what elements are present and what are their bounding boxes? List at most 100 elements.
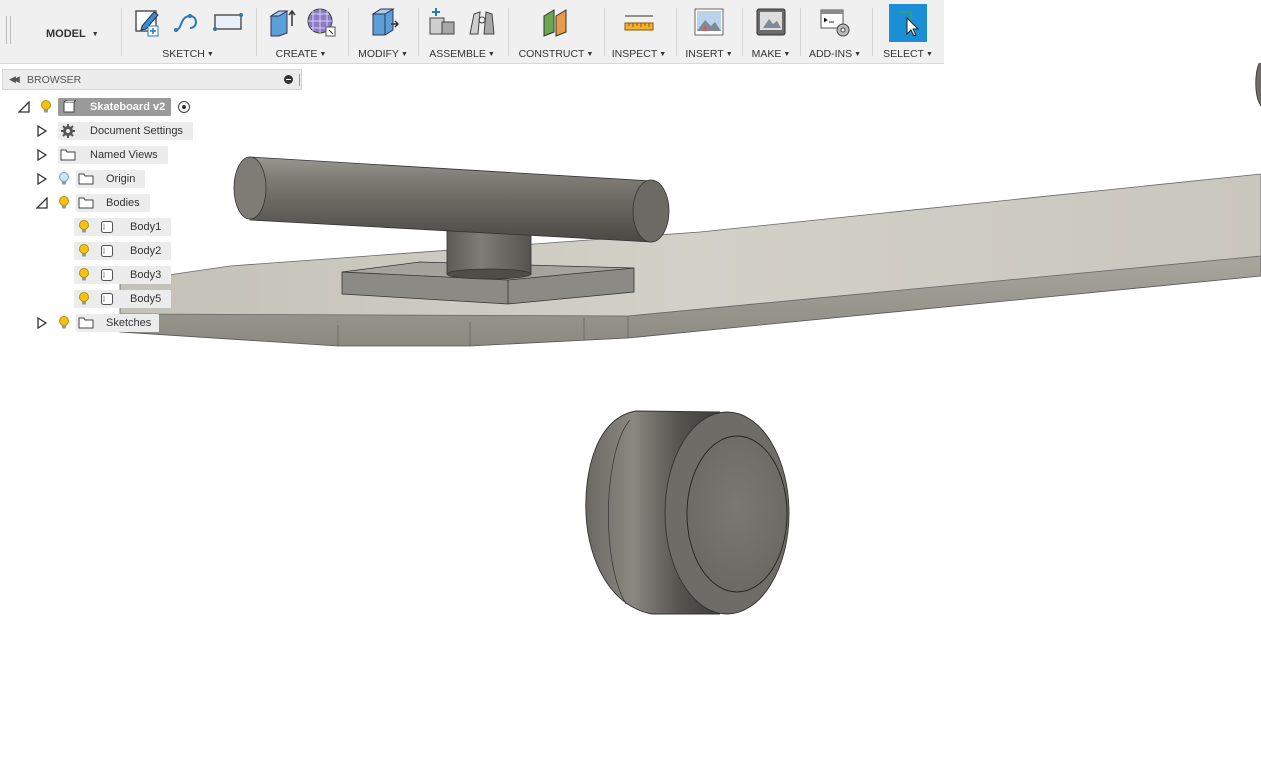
toolbar-divider xyxy=(121,8,122,56)
named-views-label: Named Views xyxy=(90,149,158,161)
expand-triangle-icon[interactable] xyxy=(36,173,48,185)
extrude-icon[interactable] xyxy=(265,6,297,38)
workspace-switcher[interactable]: MODEL ▼ xyxy=(34,24,114,44)
sketches-row[interactable]: Sketches xyxy=(76,314,160,332)
bodies-label: Bodies xyxy=(106,197,140,209)
form-icon[interactable] xyxy=(305,6,337,38)
visibility-bulb-icon[interactable] xyxy=(78,244,90,258)
browser-item-named-views[interactable]: Named Views xyxy=(36,145,168,165)
body-icon xyxy=(101,221,113,233)
modify-menu[interactable]: MODIFY xyxy=(358,48,399,60)
body2-row[interactable]: Body2 xyxy=(74,242,172,260)
create-menu[interactable]: CREATE xyxy=(276,48,318,60)
toolbar-divider xyxy=(800,8,801,56)
body-label: Body2 xyxy=(130,245,162,257)
body5-row[interactable]: Body5 xyxy=(74,290,172,308)
rectangle-icon[interactable] xyxy=(212,6,244,38)
browser-body-item[interactable]: Body2 xyxy=(74,241,172,261)
browser-body-item[interactable]: Body1 xyxy=(74,217,172,237)
spline-icon[interactable] xyxy=(172,6,204,38)
folder-icon xyxy=(78,317,94,329)
select-tool-button[interactable] xyxy=(889,4,927,42)
select-menu[interactable]: SELECT xyxy=(883,48,924,60)
visibility-bulb-icon[interactable] xyxy=(78,268,90,282)
insert-menu[interactable]: INSERT xyxy=(685,48,723,60)
folder-icon xyxy=(60,149,76,161)
assemble-menu[interactable]: ASSEMBLE xyxy=(429,48,486,60)
new-component-icon[interactable] xyxy=(426,6,458,38)
addins-menu[interactable]: ADD-INS xyxy=(809,48,852,60)
browser-item-bodies[interactable]: Bodies xyxy=(36,193,150,213)
expand-triangle-icon[interactable] xyxy=(36,317,48,329)
joint-icon[interactable] xyxy=(466,6,498,38)
make-group: MAKE ▼ xyxy=(746,0,796,63)
sketch-group: SKETCH ▼ xyxy=(126,0,250,63)
expand-triangle-icon[interactable] xyxy=(36,149,48,161)
body-icon xyxy=(101,269,113,281)
insert-image-icon[interactable] xyxy=(693,6,725,38)
body-icon xyxy=(101,245,113,257)
chevron-down-icon: ▼ xyxy=(725,51,733,58)
toolbar-divider xyxy=(604,8,605,56)
modify-group: MODIFY ▼ xyxy=(352,0,414,63)
toolbar-grip[interactable] xyxy=(6,16,11,44)
visibility-bulb-icon[interactable] xyxy=(78,292,90,306)
chevron-down-icon: ▼ xyxy=(854,51,862,58)
create-group: CREATE ▼ xyxy=(258,0,344,63)
workspace-label: MODEL xyxy=(46,28,86,40)
chevron-down-icon: ▼ xyxy=(206,51,214,58)
body-label: Body1 xyxy=(130,221,162,233)
toolbar-divider xyxy=(742,8,743,56)
minimize-icon[interactable] xyxy=(284,75,293,84)
create-sketch-icon[interactable] xyxy=(132,6,164,38)
3d-print-icon[interactable] xyxy=(755,6,787,38)
construct-menu[interactable]: CONSTRUCT xyxy=(519,48,585,60)
collapse-panel-icon[interactable]: ◀◀ xyxy=(9,74,23,85)
chevron-down-icon: ▼ xyxy=(925,51,933,58)
addins-group: ADD-INS ▼ xyxy=(802,0,868,63)
named-views-row[interactable]: Named Views xyxy=(58,146,168,164)
sketch-menu[interactable]: SKETCH xyxy=(162,48,205,60)
press-pull-icon[interactable] xyxy=(367,6,399,38)
chevron-down-icon: ▼ xyxy=(400,51,408,58)
body3-row[interactable]: Body3 xyxy=(74,266,172,284)
visibility-bulb-icon[interactable] xyxy=(40,100,52,114)
document-settings-label: Document Settings xyxy=(90,125,183,137)
root-label: Skateboard v2 xyxy=(90,101,166,113)
visibility-bulb-icon[interactable] xyxy=(58,196,70,210)
canvas-viewport[interactable] xyxy=(0,63,1261,771)
measure-icon[interactable] xyxy=(623,6,655,38)
browser-item-document-settings[interactable]: Document Settings xyxy=(36,121,193,141)
visibility-bulb-off-icon[interactable] xyxy=(58,172,70,186)
inspect-menu[interactable]: INSPECT xyxy=(612,48,658,60)
browser-item-origin[interactable]: Origin xyxy=(36,169,146,189)
browser-body-item[interactable]: Body3 xyxy=(74,265,172,285)
offset-plane-icon[interactable] xyxy=(540,6,572,38)
body-label: Body5 xyxy=(130,293,162,305)
browser-body-item[interactable]: Body5 xyxy=(74,289,172,309)
scripts-addins-icon[interactable] xyxy=(819,6,851,38)
body-label: Body3 xyxy=(130,269,162,281)
folder-icon xyxy=(78,197,94,209)
document-settings-row[interactable]: Document Settings xyxy=(58,122,193,140)
root-component[interactable]: Skateboard v2 xyxy=(58,98,172,116)
expand-triangle-icon[interactable] xyxy=(36,125,48,137)
panel-resize-handle[interactable] xyxy=(299,74,300,86)
origin-label: Origin xyxy=(106,173,136,185)
make-menu[interactable]: MAKE xyxy=(752,48,782,60)
activate-component-radio[interactable] xyxy=(178,101,191,113)
folder-icon xyxy=(78,173,94,185)
visibility-bulb-icon[interactable] xyxy=(78,220,90,234)
browser-item-sketches[interactable]: Sketches xyxy=(36,313,160,333)
expand-triangle-icon[interactable] xyxy=(18,101,30,113)
insert-group: INSERT ▼ xyxy=(678,0,740,63)
collapse-triangle-icon[interactable] xyxy=(36,197,48,209)
visibility-bulb-icon[interactable] xyxy=(58,316,70,330)
origin-row[interactable]: Origin xyxy=(76,170,146,188)
chevron-down-icon: ▼ xyxy=(586,51,594,58)
bodies-row[interactable]: Bodies xyxy=(76,194,150,212)
gear-icon xyxy=(61,124,75,138)
body1-row[interactable]: Body1 xyxy=(74,218,172,236)
chevron-down-icon: ▼ xyxy=(91,30,99,38)
browser-root-node[interactable]: Skateboard v2 xyxy=(18,97,191,117)
